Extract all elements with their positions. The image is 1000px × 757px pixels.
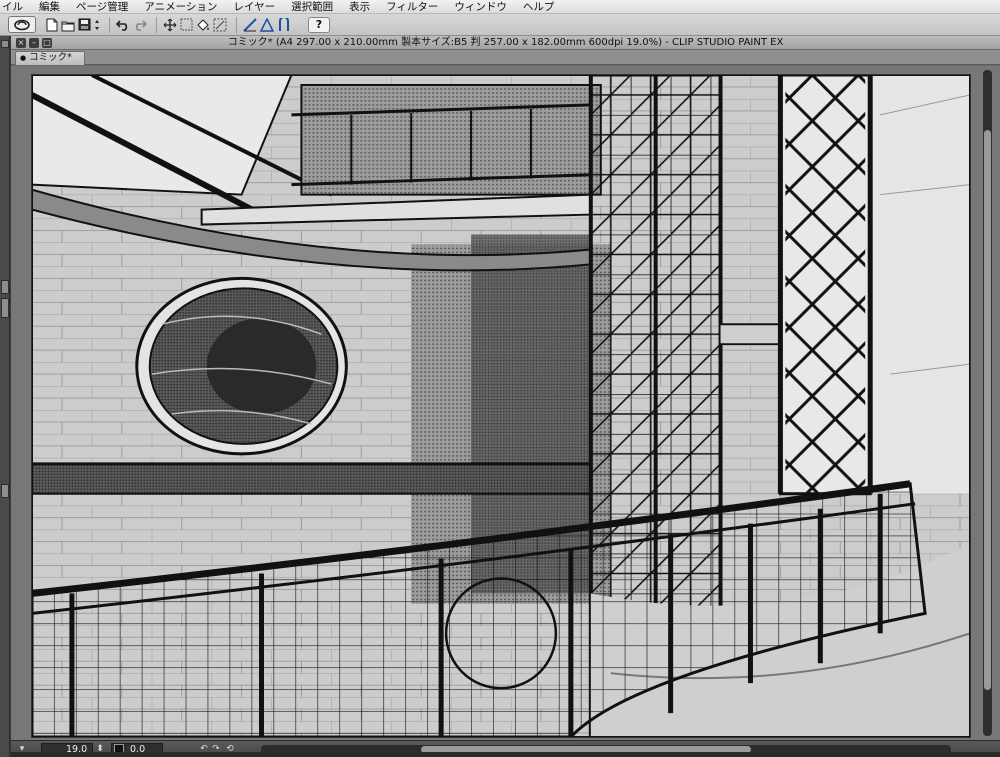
dock-tab-handle[interactable] [1, 298, 9, 318]
toolbar-separator [156, 16, 157, 33]
left-panel-dock [0, 36, 10, 757]
document-tab-label: コミック* [29, 52, 72, 63]
help-icon: ? [315, 18, 323, 31]
menu-layer[interactable]: レイヤー [225, 0, 283, 14]
tab-bullet-icon: ● [20, 54, 27, 62]
command-bar: ? [0, 14, 1000, 36]
clear-icon[interactable] [180, 17, 193, 33]
canvas-titlebar: × – □ コミック* (A4 297.00 x 210.00mm 製本サイズ:… [11, 36, 1000, 50]
snap-to-grid-icon[interactable] [277, 17, 291, 33]
menu-bar: イル 編集 ページ管理 アニメーション レイヤー 選択範囲 表示 フィルター ウ… [0, 0, 1000, 14]
dock-collapse-handle[interactable] [1, 40, 9, 48]
snap-to-perspective-icon[interactable] [260, 17, 274, 33]
dock-tab-handle[interactable] [1, 484, 9, 498]
manga-illustration[interactable] [31, 74, 971, 738]
toolbar-separator [109, 16, 110, 33]
redo-icon[interactable] [133, 17, 147, 33]
fill-icon[interactable] [196, 17, 210, 33]
menu-edit[interactable]: 編集 [31, 0, 68, 14]
transform-icon[interactable] [163, 17, 177, 33]
help-button[interactable]: ? [308, 16, 330, 33]
snap-to-ruler-icon[interactable] [243, 17, 257, 33]
deselect-icon[interactable] [213, 17, 227, 33]
canvas-window: × – □ コミック* (A4 297.00 x 210.00mm 製本サイズ:… [11, 36, 1000, 757]
menu-filter[interactable]: フィルター [378, 0, 446, 14]
vertical-scrollbar[interactable] [983, 70, 992, 736]
clip-studio-logo-icon[interactable] [8, 16, 36, 33]
window-title: コミック* (A4 297.00 x 210.00mm 製本サイズ:B5 判 2… [227, 37, 784, 48]
dock-tab-handle[interactable] [1, 280, 9, 294]
menu-selection[interactable]: 選択範囲 [283, 0, 341, 14]
toolbar-separator [236, 16, 237, 33]
undo-icon[interactable] [116, 17, 130, 33]
vertical-scroll-thumb[interactable] [984, 130, 991, 690]
document-tab-strip: ● コミック* [11, 50, 1000, 65]
save-icon[interactable] [78, 17, 91, 33]
menu-window[interactable]: ウィンドウ [446, 0, 515, 14]
new-file-icon[interactable] [46, 17, 58, 33]
menu-view[interactable]: 表示 [341, 0, 378, 14]
bottom-desktop-strip [11, 752, 1000, 757]
menu-animation[interactable]: アニメーション [136, 0, 225, 14]
open-file-icon[interactable] [61, 17, 75, 33]
canvas-viewport[interactable] [11, 66, 1000, 740]
menu-file[interactable]: イル [0, 0, 31, 14]
menu-help[interactable]: ヘルプ [515, 0, 563, 14]
menu-page-management[interactable]: ページ管理 [68, 0, 136, 14]
save-dropdown-icon[interactable] [94, 17, 100, 33]
document-tab[interactable]: ● コミック* [15, 51, 85, 65]
